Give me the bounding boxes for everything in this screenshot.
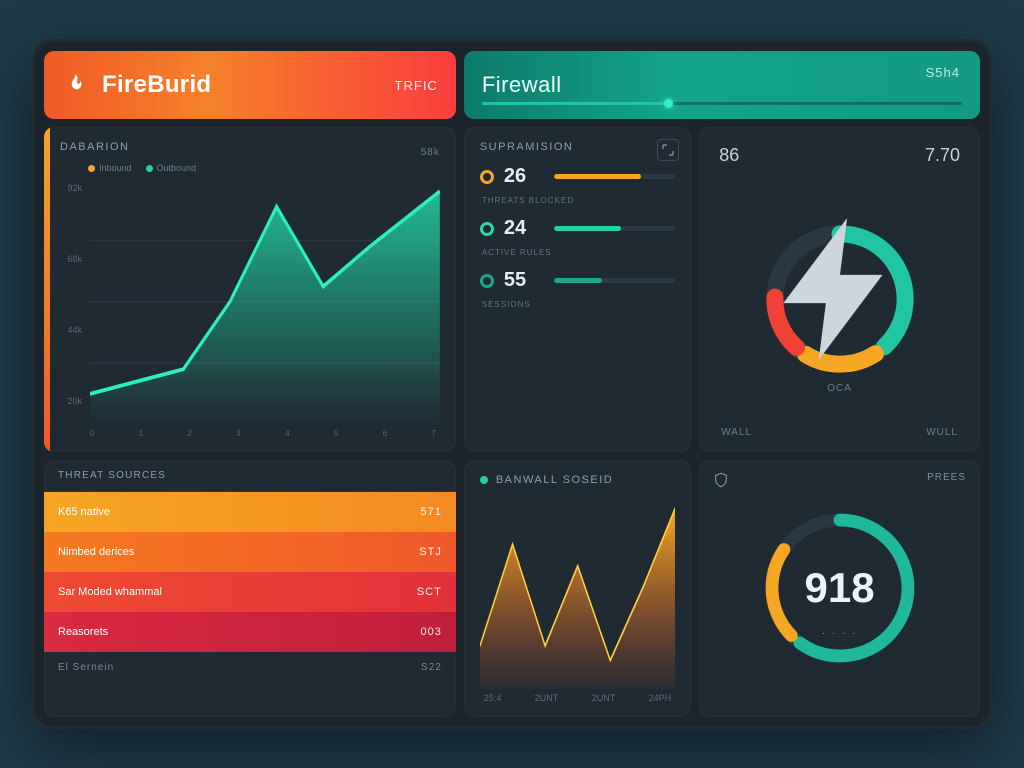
chart-y-axis: 92k 68k 44k 20k — [60, 179, 90, 425]
expand-icon — [662, 144, 674, 156]
chart-x-axis: 01 23 45 67 — [60, 425, 440, 438]
panel-bandwidth: BANWALL SOSEID 25:4 2UNT 2UNT 24PH — [464, 460, 691, 718]
stat-row[interactable]: 55 — [480, 269, 675, 292]
chart-x-axis: 25:4 2UNT 2UNT 24PH — [480, 689, 675, 703]
panel-gauge: 86 7.70 OCA WALL WULL — [699, 127, 980, 452]
dashboard-frame: FireBurid TRFIC Firewall S5h4 DABARION 5… — [32, 39, 992, 729]
tab-label: Firewall — [482, 72, 562, 98]
chart-legend: Inbound Outbound — [60, 163, 440, 173]
dashboard-grid: DABARION 58k Inbound Outbound 92k 68k 44… — [44, 127, 980, 717]
brand-tag: TRFIC — [395, 78, 438, 93]
status-dot-icon — [480, 274, 494, 288]
score-sub: · · · · — [755, 628, 925, 639]
bolt-icon — [755, 204, 925, 381]
gauge-value-left: 86 — [719, 145, 739, 166]
list-item[interactable]: K65 native571 — [44, 492, 456, 532]
panel-threat-list: THREAT SOURCES K65 native571 Nimbed deri… — [44, 460, 456, 718]
panel-label: PREES — [927, 472, 966, 483]
panel-title: THREAT SOURCES — [44, 460, 456, 492]
status-dot-icon — [480, 476, 488, 484]
score-value: 918 — [755, 503, 925, 673]
brand-bar: FireBurid TRFIC — [44, 51, 456, 119]
header-progress — [482, 102, 962, 105]
traffic-area-chart — [90, 179, 440, 425]
tab-firewall[interactable]: Firewall S5h4 — [464, 51, 980, 119]
stat-row[interactable]: 26 — [480, 165, 675, 188]
header: FireBurid TRFIC Firewall S5h4 — [44, 51, 980, 119]
panel-accent-stripe — [44, 127, 50, 452]
panel-title: DABARION — [60, 141, 129, 153]
bandwidth-area-chart — [480, 486, 675, 690]
gauge-chart: OCA — [715, 172, 964, 427]
expand-button[interactable] — [657, 139, 679, 161]
brand-name: FireBurid — [102, 71, 211, 99]
status-dot-icon — [480, 170, 494, 184]
panel-badge: 58k — [421, 147, 440, 158]
status-dot-icon — [480, 222, 494, 236]
score-donut: 918 · · · · — [755, 503, 925, 673]
tab-code: S5h4 — [926, 65, 960, 80]
list-item[interactable]: Reasorets003 — [44, 612, 456, 652]
shield-icon — [713, 472, 729, 491]
list-item[interactable]: Nimbed dericesSTJ — [44, 532, 456, 572]
flame-icon — [62, 72, 88, 98]
panel-title: BANWALL SOSEID — [496, 474, 613, 486]
panel-stats: SUPRAMISION 26 Threats blocked 24 Active… — [464, 127, 691, 452]
gauge-value-right: 7.70 — [925, 145, 960, 166]
list-item[interactable]: Sar Moded whammalSCT — [44, 572, 456, 612]
panel-score: PREES 918 · · · · — [699, 460, 980, 718]
panel-title: SUPRAMISION — [480, 141, 675, 153]
panel-traffic: DABARION 58k Inbound Outbound 92k 68k 44… — [44, 127, 456, 452]
stat-row[interactable]: 24 — [480, 217, 675, 240]
